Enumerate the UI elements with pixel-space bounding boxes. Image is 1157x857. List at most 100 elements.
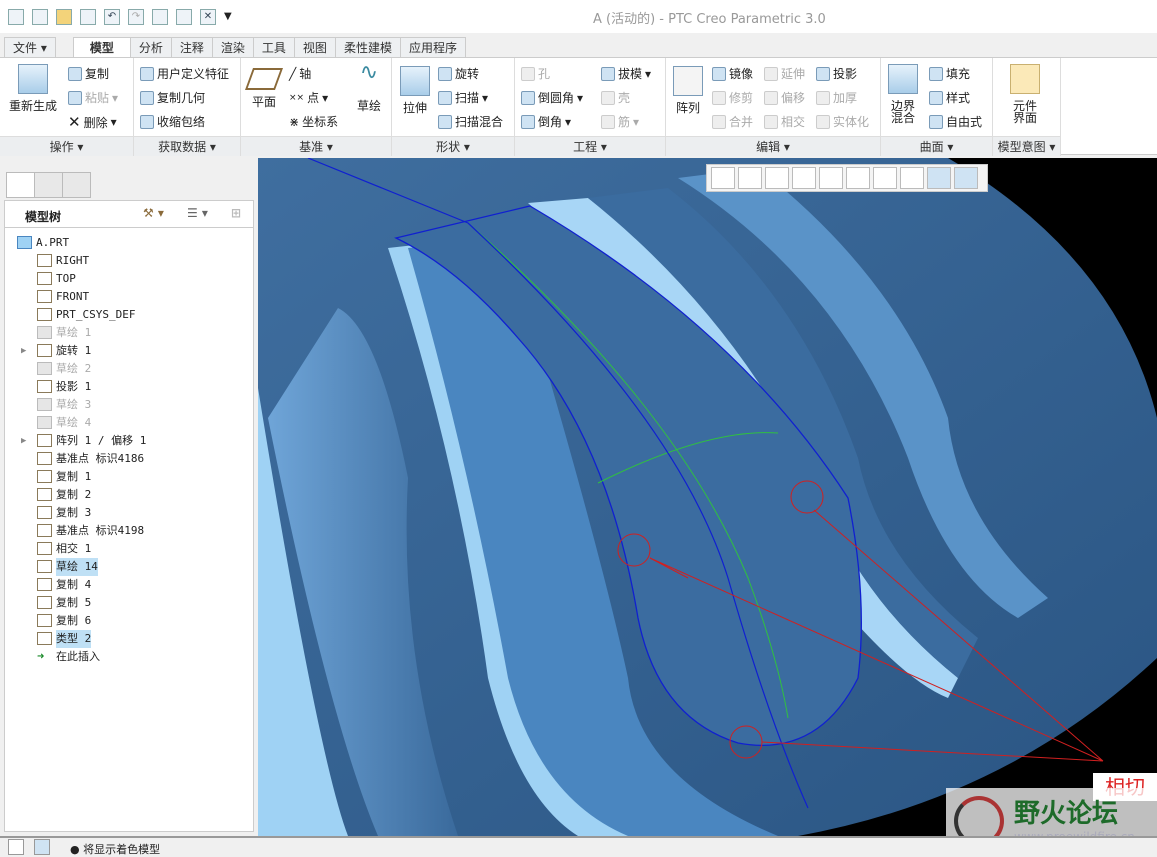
filter-icon[interactable]: ⊞ bbox=[231, 206, 241, 220]
chamfer-button[interactable]: 倒角 ▾ bbox=[521, 113, 571, 130]
tree-item[interactable]: 复制 4 bbox=[5, 576, 245, 594]
tree-item[interactable]: 草绘 1 bbox=[5, 324, 245, 342]
tree-item[interactable]: 复制 1 bbox=[5, 468, 245, 486]
sweep-button[interactable]: 扫描 ▾ bbox=[438, 89, 488, 106]
group-label-editing[interactable]: 编辑 ▾ bbox=[666, 136, 880, 156]
tree-item[interactable]: 基准点 标识4186 bbox=[5, 450, 245, 468]
tab-tools[interactable]: 工具 bbox=[252, 37, 295, 57]
rib-button[interactable]: 筋 ▾ bbox=[601, 113, 639, 130]
trim-button[interactable]: 修剪 bbox=[712, 89, 753, 106]
pattern-button[interactable]: 阵列 bbox=[672, 66, 704, 115]
hole-button[interactable]: 孔 bbox=[521, 65, 550, 82]
project-button[interactable]: 投影 bbox=[816, 65, 857, 82]
thicken-button[interactable]: 加厚 bbox=[816, 89, 857, 106]
tree-item[interactable]: 复制 5 bbox=[5, 594, 245, 612]
folder-browser-tab[interactable] bbox=[34, 172, 63, 198]
tree-item[interactable]: ➜ 在此插入 bbox=[5, 648, 245, 666]
undo-icon[interactable]: ↶ bbox=[104, 8, 120, 25]
tree-item[interactable]: RIGHT bbox=[5, 252, 245, 270]
freestyle-button[interactable]: 自由式 bbox=[929, 113, 982, 130]
tree-item[interactable]: 草绘 14 bbox=[5, 558, 245, 576]
tab-applications[interactable]: 应用程序 bbox=[399, 37, 466, 57]
extrude-button[interactable]: 拉伸 bbox=[398, 66, 432, 115]
revolve-button[interactable]: 旋转 bbox=[438, 65, 479, 82]
style-button[interactable]: 样式 bbox=[929, 89, 970, 106]
show-columns-icon[interactable]: ☰ ▾ bbox=[187, 206, 208, 220]
tree-item[interactable]: 草绘 3 bbox=[5, 396, 245, 414]
extend-button[interactable]: 延伸 bbox=[764, 65, 805, 82]
tab-file[interactable]: 文件 ▾ bbox=[4, 37, 56, 57]
tab-model[interactable]: 模型 bbox=[72, 37, 131, 58]
plane-button[interactable]: 平面 bbox=[244, 68, 284, 109]
csys-button[interactable]: ⋇ 坐标系 bbox=[289, 113, 338, 130]
browser-toggle-icon[interactable] bbox=[34, 839, 50, 855]
regenerate-button[interactable]: 重新生成 bbox=[6, 64, 60, 113]
tab-render[interactable]: 渲染 bbox=[211, 37, 254, 57]
shrinkwrap-button[interactable]: 收缩包络 bbox=[140, 113, 205, 130]
group-label-surfaces[interactable]: 曲面 ▾ bbox=[881, 136, 992, 156]
component-interface-button[interactable]: 元件界面 bbox=[1007, 64, 1043, 124]
new-icon[interactable] bbox=[32, 8, 48, 25]
group-label-operations[interactable]: 操作 ▾ bbox=[0, 136, 133, 156]
offset-button[interactable]: 偏移 bbox=[764, 89, 805, 106]
zoom-in-icon[interactable] bbox=[738, 167, 762, 189]
tab-view[interactable]: 视图 bbox=[293, 37, 336, 57]
tree-item[interactable]: ▶ 阵列 1 / 偏移 1 bbox=[5, 432, 245, 450]
tree-item[interactable]: ▶ 旋转 1 bbox=[5, 342, 245, 360]
regenerate-icon[interactable] bbox=[152, 8, 168, 25]
axis-button[interactable]: ╱ 轴 bbox=[289, 65, 311, 82]
tree-item[interactable]: 复制 3 bbox=[5, 504, 245, 522]
mirror-button[interactable]: 镜像 bbox=[712, 65, 753, 82]
tree-item[interactable]: 草绘 4 bbox=[5, 414, 245, 432]
tree-item[interactable]: TOP bbox=[5, 270, 245, 288]
group-label-model-intent[interactable]: 模型意图 ▾ bbox=[993, 136, 1060, 156]
repaint-icon[interactable] bbox=[792, 167, 816, 189]
refit-icon[interactable] bbox=[711, 167, 735, 189]
windows-icon[interactable] bbox=[176, 8, 192, 25]
display-style-icon[interactable] bbox=[819, 167, 843, 189]
tree-item[interactable]: PRT_CSYS_DEF bbox=[5, 306, 245, 324]
favorites-tab[interactable] bbox=[62, 172, 91, 198]
intersect-button[interactable]: 相交 bbox=[764, 113, 805, 130]
datum-display-filter-icon[interactable] bbox=[900, 167, 924, 189]
open-icon[interactable] bbox=[56, 8, 72, 25]
solidify-button[interactable]: 实体化 bbox=[816, 113, 869, 130]
tree-item[interactable]: 相交 1 bbox=[5, 540, 245, 558]
save-icon[interactable] bbox=[80, 8, 96, 25]
navigator-toggle-icon[interactable] bbox=[8, 839, 24, 855]
fill-button[interactable]: 填充 bbox=[929, 65, 970, 82]
group-label-engineering[interactable]: 工程 ▾ bbox=[515, 136, 665, 156]
saved-orientations-icon[interactable] bbox=[846, 167, 870, 189]
tree-item[interactable]: 草绘 2 bbox=[5, 360, 245, 378]
app-icon[interactable] bbox=[8, 8, 24, 25]
group-label-shapes[interactable]: 形状 ▾ bbox=[392, 136, 514, 156]
graphics-viewport[interactable] bbox=[258, 158, 1157, 836]
view-manager-icon[interactable] bbox=[873, 167, 897, 189]
annotation-display-icon[interactable] bbox=[954, 167, 978, 189]
tab-annotate[interactable]: 注释 bbox=[170, 37, 213, 57]
tree-item[interactable]: 复制 6 bbox=[5, 612, 245, 630]
zoom-out-icon[interactable] bbox=[765, 167, 789, 189]
redo-icon[interactable]: ↷ bbox=[128, 8, 144, 25]
shell-button[interactable]: 壳 bbox=[601, 89, 630, 106]
round-button[interactable]: 倒圆角 ▾ bbox=[521, 89, 583, 106]
group-label-datum[interactable]: 基准 ▾ bbox=[241, 136, 391, 156]
expand-arrow-icon[interactable]: ▶ bbox=[21, 342, 26, 360]
sketch-button[interactable]: ∿ 草绘 bbox=[353, 62, 385, 113]
boundary-blend-button[interactable]: 边界混合 bbox=[885, 64, 921, 124]
swept-blend-button[interactable]: 扫描混合 bbox=[438, 113, 503, 130]
tree-item[interactable]: A.PRT bbox=[5, 234, 245, 252]
delete-button[interactable]: ✕ 删除 ▾ bbox=[68, 113, 117, 131]
customize-icon[interactable]: ▼ bbox=[224, 11, 232, 22]
model-tree-tab[interactable] bbox=[6, 172, 35, 198]
tree-item[interactable]: 类型 2 bbox=[5, 630, 245, 648]
draft-button[interactable]: 拔模 ▾ bbox=[601, 65, 651, 82]
spin-center-icon[interactable] bbox=[927, 167, 951, 189]
copy-button[interactable]: 复制 bbox=[68, 65, 109, 82]
point-button[interactable]: ×× 点 ▾ bbox=[289, 89, 328, 106]
tree-item[interactable]: FRONT bbox=[5, 288, 245, 306]
tree-item[interactable]: 投影 1 bbox=[5, 378, 245, 396]
tab-flexible-modeling[interactable]: 柔性建模 bbox=[334, 37, 401, 57]
copy-geometry-button[interactable]: 复制几何 bbox=[140, 89, 205, 106]
tree-item[interactable]: 基准点 标识4198 bbox=[5, 522, 245, 540]
